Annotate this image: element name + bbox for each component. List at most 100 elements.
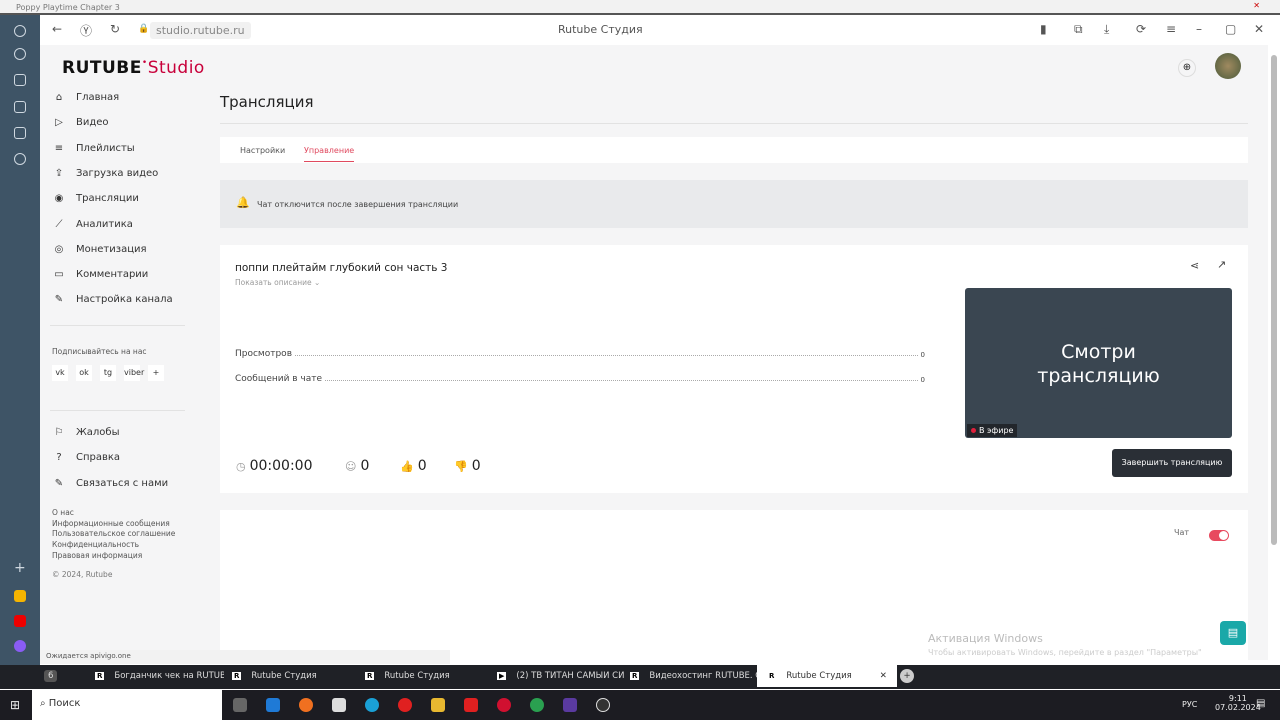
rutube-logo[interactable]: RUTUBE•Studio — [62, 58, 205, 78]
collections-icon[interactable] — [14, 101, 26, 113]
reload-icon[interactable]: ↻ — [110, 22, 120, 36]
sidebar-item-label: Загрузка видео — [76, 167, 159, 179]
more-link[interactable]: + — [148, 365, 164, 381]
sidebar-item[interactable]: ⟋ Аналитика — [52, 219, 133, 230]
yandex-icon[interactable] — [464, 698, 478, 712]
avatar[interactable] — [1215, 53, 1241, 79]
show-description-link[interactable]: Показать описание ⌄ — [235, 278, 320, 287]
rutube-favicon: R — [95, 672, 105, 680]
close-icon[interactable]: ✕ — [1253, 1, 1260, 10]
yandex-browser-icon[interactable] — [398, 698, 412, 712]
sync-icon[interactable]: ⟳ — [1136, 22, 1146, 36]
chrome-icon[interactable] — [530, 698, 544, 712]
browser-tab[interactable]: R Богданчик чек на RUTUBE — [95, 671, 224, 681]
youtube-icon[interactable] — [14, 615, 26, 627]
sidebar-item[interactable]: ? Справка — [52, 452, 120, 463]
new-tab-button[interactable]: + — [900, 669, 914, 683]
play-icon[interactable] — [14, 153, 26, 165]
opera-icon[interactable] — [497, 698, 511, 712]
sidebar-item[interactable]: ▭ Комментарии — [52, 269, 148, 280]
nav-icon: ✎ — [54, 477, 64, 489]
browser-tab[interactable]: R Rutube Студия — [365, 671, 450, 681]
footer-link[interactable]: Конфиденциальность — [52, 540, 139, 549]
sidebar-item-label: Трансляции — [76, 193, 139, 205]
yandex-icon[interactable]: Ⓨ — [80, 22, 92, 39]
activation-watermark: Активация Windows — [928, 632, 1043, 645]
footer-link[interactable]: Правовая информация — [52, 551, 142, 560]
edge-icon[interactable] — [365, 698, 379, 712]
minimize-icon[interactable]: – — [1196, 22, 1202, 36]
extensions-icon[interactable]: ⧉ — [1074, 22, 1083, 37]
stream-preview[interactable]: Смотри трансляцию В эфире — [965, 288, 1232, 438]
explorer-icon[interactable] — [431, 698, 445, 712]
add-icon[interactable]: + — [14, 561, 26, 575]
close-tab-icon[interactable]: ✕ — [880, 671, 887, 681]
tabs-icon[interactable] — [14, 74, 26, 86]
close-window-icon[interactable]: ✕ — [1254, 22, 1264, 36]
sidebar-item[interactable]: ◎ Монетизация — [52, 244, 147, 255]
telegram-link[interactable]: tg — [100, 365, 116, 381]
history-icon[interactable] — [14, 48, 26, 60]
ok-link[interactable]: ok — [76, 365, 92, 381]
address-bar[interactable]: studio.rutube.ru — [150, 22, 251, 39]
firefox-icon[interactable] — [299, 698, 313, 712]
share-icon[interactable]: ⋖ — [1190, 259, 1199, 272]
back-icon[interactable]: ← — [52, 22, 62, 36]
obs-icon[interactable] — [596, 698, 610, 712]
menu-icon[interactable]: ≡ — [1166, 22, 1176, 36]
browser-tab[interactable]: R Rutube Студия ✕ — [757, 665, 897, 687]
vk-link[interactable]: vk — [52, 365, 68, 381]
footer-link[interactable]: Информационные сообщения — [52, 519, 170, 528]
window-title: Poppy Playtime Chapter 3 — [16, 3, 120, 12]
sidebar-item[interactable]: ≡ Плейлисты — [52, 143, 135, 154]
language-indicator[interactable]: РУС — [1182, 700, 1197, 709]
profile-icon[interactable] — [14, 25, 26, 37]
browser-tab[interactable]: R Rutube Студия — [232, 671, 317, 681]
footer-link[interactable]: О нас — [52, 508, 74, 517]
maximize-icon[interactable]: ▢ — [1225, 22, 1236, 36]
browser-tab-bar: 6 R Богданчик чек на RUTUBE R Rutube Студия… — [0, 665, 1280, 689]
rutube-favicon: R — [767, 672, 777, 680]
mail-icon[interactable] — [266, 698, 280, 712]
chat-toggle[interactable] — [1209, 530, 1229, 541]
activation-watermark-sub: Чтобы активировать Windows, перейдите в … — [928, 648, 1202, 657]
nav-icon: ⇪ — [54, 167, 64, 179]
sidebar-item[interactable]: ✎ Связаться с нами — [52, 478, 168, 489]
tab-management[interactable]: Управление — [304, 146, 355, 162]
scrollbar[interactable] — [1268, 45, 1280, 665]
game-icon[interactable] — [563, 698, 577, 712]
nav-icon: ▭ — [54, 269, 64, 281]
stat-messages: Сообщений в чате 0 — [235, 374, 925, 384]
external-link-icon[interactable]: ↗ — [1217, 258, 1226, 271]
sidebar-item-label: Главная — [76, 92, 120, 103]
sidebar-item[interactable]: ⚐ Жалобы — [52, 427, 120, 438]
download-icon[interactable]: ⤓ — [1104, 22, 1109, 37]
footer-link[interactable]: Пользовательское соглашение — [52, 529, 175, 538]
sidebar-item[interactable]: ⇪ Загрузка видео — [52, 167, 159, 179]
browser-toolbar: ← Ⓨ ↻ 🔒 studio.rutube.ru Rutube Студия ▮… — [40, 15, 1280, 45]
chat-support-icon[interactable]: ▤ — [1220, 621, 1246, 645]
bookmark-icon[interactable]: ▮ — [1040, 22, 1047, 36]
task-view-icon[interactable] — [233, 698, 247, 712]
start-icon[interactable]: ⊞ — [10, 698, 20, 712]
clock[interactable]: 9:11 07.02.2024 — [1215, 694, 1261, 712]
browser-tab[interactable]: R Видеохостинг RUTUBE. См — [630, 671, 759, 681]
sidebar-item[interactable]: ▷ Видео — [52, 117, 108, 128]
viber-link[interactable]: viber — [124, 365, 144, 381]
browser-tab[interactable]: ▶ (2) ТВ ТИТАН САМЫЙ СИ — [497, 671, 624, 681]
tab-count[interactable]: 6 — [44, 670, 58, 682]
app-icon[interactable] — [14, 590, 26, 602]
taskbar-search[interactable]: ⌕ Поиск — [32, 690, 222, 720]
end-stream-button[interactable]: Завершить трансляцию — [1112, 449, 1232, 477]
stream-title: поппи плейтайм глубокий сон часть 3 — [235, 262, 448, 274]
tab-settings[interactable]: Настройки — [240, 146, 285, 155]
add-video-icon[interactable]: ⊕ — [1178, 59, 1196, 77]
gallery-icon[interactable] — [14, 127, 26, 139]
store-icon[interactable] — [332, 698, 346, 712]
alice-icon[interactable] — [14, 640, 26, 652]
sidebar-item[interactable]: ⌂ Главная — [52, 92, 119, 103]
sidebar-item[interactable]: ◉ Трансляции — [52, 193, 139, 204]
sidebar-item[interactable]: ✎ Настройка канала — [52, 294, 173, 305]
notifications-icon[interactable]: ▤ — [1256, 698, 1265, 709]
divider — [50, 410, 185, 411]
